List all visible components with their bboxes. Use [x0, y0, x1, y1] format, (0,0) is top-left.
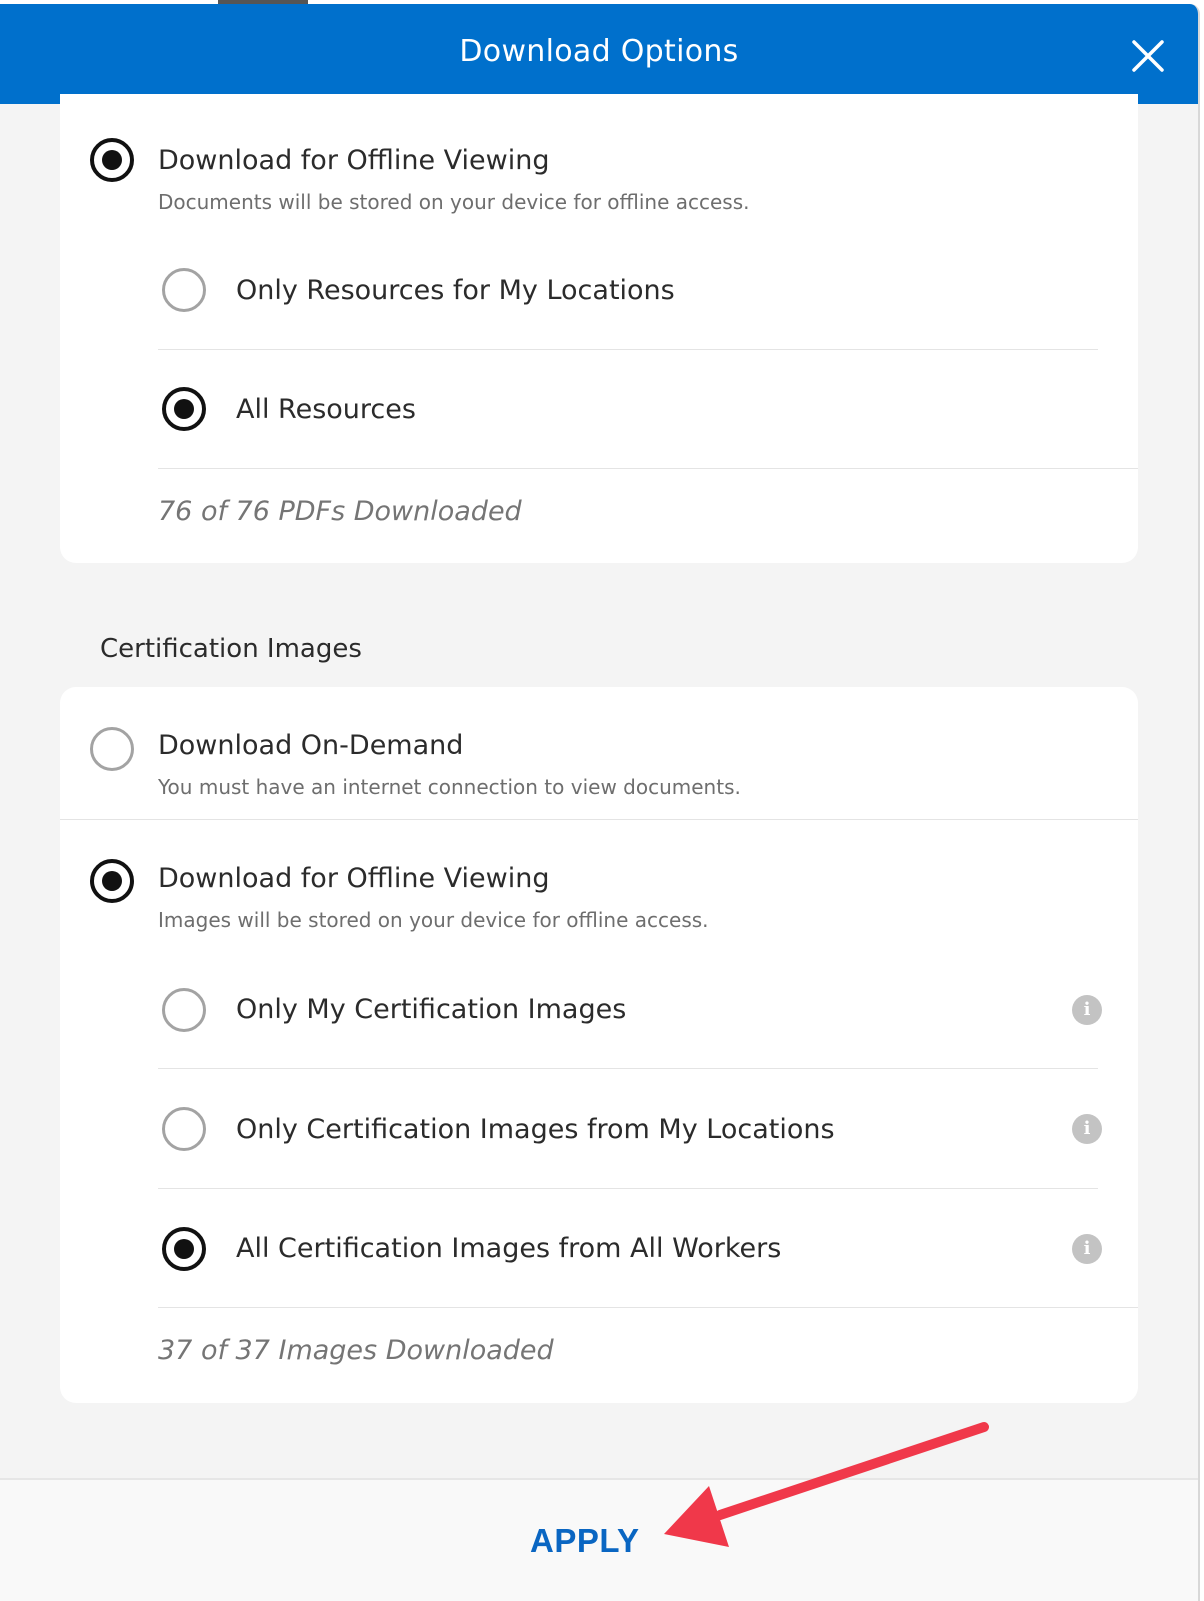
documents-offline-title: Download for Offline Viewing: [158, 145, 550, 176]
cert-on-demand-title: Download On-Demand: [158, 730, 464, 761]
divider: [158, 349, 1098, 350]
cert-on-demand-radio[interactable]: [90, 727, 134, 771]
documents-my-locations-label: Only Resources for My Locations: [236, 275, 675, 306]
divider: [158, 1068, 1098, 1069]
divider: [60, 819, 1138, 820]
cert-my-images-label: Only My Certification Images: [236, 994, 627, 1025]
cert-my-locations-label: Only Certification Images from My Locati…: [236, 1114, 835, 1145]
cert-my-images-radio[interactable]: [162, 988, 206, 1032]
close-icon: [1132, 40, 1164, 72]
certification-images-card: Download On-Demand You must have an inte…: [60, 687, 1138, 1403]
info-icon[interactable]: i: [1072, 995, 1102, 1025]
cert-all-workers-radio[interactable]: [162, 1227, 206, 1271]
cert-all-workers-label: All Certification Images from All Worker…: [236, 1233, 782, 1264]
documents-all-resources-label: All Resources: [236, 394, 416, 425]
close-button[interactable]: [1128, 36, 1168, 76]
apply-button[interactable]: APPLY: [530, 1522, 640, 1560]
info-icon[interactable]: i: [1072, 1234, 1102, 1264]
cert-on-demand-description: You must have an internet connection to …: [158, 775, 741, 799]
cert-offline-radio[interactable]: [90, 859, 134, 903]
documents-download-card: Download for Offline Viewing Documents w…: [60, 94, 1138, 563]
divider: [158, 1307, 1138, 1308]
download-options-modal: Download Options Download for Offline Vi…: [0, 4, 1200, 1601]
certification-images-heading: Certification Images: [100, 634, 362, 664]
cert-offline-description: Images will be stored on your device for…: [158, 908, 709, 932]
modal-title: Download Options: [459, 34, 739, 69]
modal-footer: APPLY: [0, 1478, 1198, 1601]
divider: [158, 468, 1138, 469]
documents-my-locations-radio[interactable]: [162, 268, 206, 312]
documents-all-resources-radio[interactable]: [162, 387, 206, 431]
documents-offline-radio[interactable]: [90, 138, 134, 182]
cert-offline-title: Download for Offline Viewing: [158, 863, 550, 894]
divider: [158, 1188, 1098, 1189]
cert-my-locations-radio[interactable]: [162, 1107, 206, 1151]
info-icon[interactable]: i: [1072, 1114, 1102, 1144]
modal-header: Download Options: [0, 4, 1198, 104]
documents-download-status: 76 of 76 PDFs Downloaded: [158, 496, 522, 527]
cert-download-status: 37 of 37 Images Downloaded: [158, 1335, 554, 1366]
documents-offline-description: Documents will be stored on your device …: [158, 190, 750, 214]
